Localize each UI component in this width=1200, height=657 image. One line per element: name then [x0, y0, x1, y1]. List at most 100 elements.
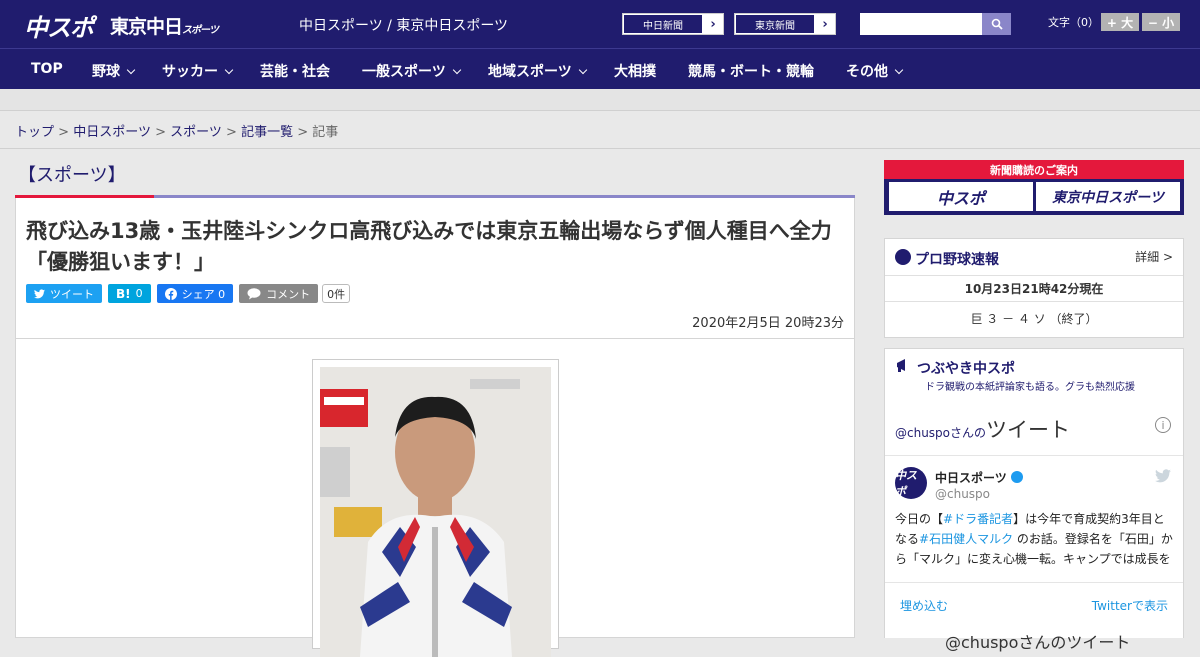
breadcrumb-sports[interactable]: スポーツ — [170, 125, 222, 140]
tokyo-chunichi-logo[interactable]: 東京中日スポーツ — [110, 12, 219, 39]
article-divider — [16, 338, 854, 339]
nav-item-label: 芸能・社会 — [260, 64, 330, 80]
article-photo-frame — [312, 359, 559, 657]
breadcrumb-top[interactable]: トップ — [15, 125, 54, 140]
account-name: 中日スポーツ — [935, 471, 1007, 485]
info-icon[interactable]: i — [1155, 417, 1171, 433]
athlete-photo — [320, 367, 551, 657]
baseball-score-row[interactable]: 巨 ３ － ４ ソ （終了） — [885, 302, 1183, 335]
nav-item-label: 地域スポーツ — [488, 64, 572, 80]
comment-count: 0件 — [322, 284, 351, 303]
header-divider — [0, 89, 1200, 111]
twitter-panel-header: つぶやき中スポ ドラ観戦の本紙評論家も語る。グラも熱烈応援 — [885, 349, 1183, 397]
chunichi-shimbun-link[interactable]: 中日新聞 › — [622, 13, 724, 35]
article-card: 飛び込み13歳・玉井陸斗シンクロ高飛び込みでは東京五輪出場ならず個人種目へ全力「… — [15, 198, 855, 657]
breadcrumb-current: 記事 — [312, 125, 339, 140]
nav-item-soccer[interactable]: サッカー — [162, 61, 234, 81]
tokyo-shimbun-label: 東京新聞 — [735, 14, 815, 34]
comment-icon — [247, 287, 261, 299]
tweet-button[interactable]: ツイート — [26, 284, 102, 303]
baseball-panel-header: プロ野球速報 詳細 > — [885, 239, 1183, 276]
nav-item-local-sports[interactable]: 地域スポーツ — [488, 61, 587, 81]
twitter-handle[interactable]: @chuspoさんの — [895, 426, 986, 440]
nav-item-entertainment[interactable]: 芸能・社会 — [260, 61, 330, 81]
hashtag-link[interactable]: #石田健人マルク — [919, 532, 1013, 546]
nav-item-top[interactable]: TOP — [31, 61, 63, 77]
article-date: 2020年2月5日 20時23分 — [692, 316, 844, 331]
subscribe-tokyo-chunichi-button[interactable]: 東京中日スポーツ — [1036, 182, 1180, 211]
avatar[interactable]: 中スポ — [895, 467, 927, 499]
embed-link[interactable]: 埋め込む — [900, 597, 948, 614]
twitter-timeline: @chuspoさんのツイート i 中スポ 中日スポーツ @chuspo 今日の【… — [885, 397, 1183, 652]
hashtag-link[interactable]: #ドラ番記者 — [943, 512, 1013, 526]
tweet-text: 今日の【#ドラ番記者】は今年で育成契約3年目となる#石田健人マルク のお話。登録… — [895, 509, 1175, 569]
breadcrumb-chunichi-sports[interactable]: 中日スポーツ — [73, 125, 151, 140]
article-category[interactable]: 【スポーツ】 — [18, 161, 126, 187]
article-photo[interactable] — [320, 367, 551, 657]
nav-item-racing[interactable]: 競馬・ボート・競輪 — [688, 61, 814, 81]
nav-item-label: 大相撲 — [614, 64, 656, 80]
share-bar: ツイート B! 0 シェア 0 コメント 0件 — [26, 284, 351, 303]
chevron-down-icon — [224, 65, 234, 75]
nav-item-label: 競馬・ボート・競輪 — [688, 64, 814, 80]
twitter-timeline-title: @chuspoさんのツイート — [895, 414, 1070, 444]
breadcrumb-separator: > — [226, 125, 237, 140]
subscribe-chuspo-button[interactable]: 中スポ — [889, 182, 1033, 211]
chunichi-shimbun-label: 中日新聞 — [623, 14, 703, 34]
subscription-title: 新聞購読のご案内 — [990, 164, 1078, 177]
chevron-right-icon: › — [710, 16, 716, 32]
search-icon — [991, 18, 1003, 30]
tweet-label: ツイート — [50, 287, 94, 301]
hatena-count: 0 — [135, 287, 143, 300]
nav-item-label: その他 — [846, 64, 888, 80]
verified-badge-icon — [1010, 471, 1023, 483]
timeline-footer-divider — [885, 582, 1183, 583]
twitter-panel-subtitle: ドラ観戦の本紙評論家も語る。グラも熱烈応援 — [925, 382, 1135, 393]
tokyo-logo-text: 東京中日 — [110, 16, 183, 38]
search-input[interactable] — [860, 13, 982, 35]
search-button[interactable] — [982, 13, 1011, 35]
baseball-timestamp: 10月23日21時42分現在 — [885, 276, 1183, 302]
baseball-detail-link[interactable]: 詳細 > — [1135, 248, 1173, 265]
chuspo-logo[interactable]: 中スポ — [24, 8, 94, 43]
breadcrumb-separator: > — [58, 125, 70, 140]
baseball-scores-panel: プロ野球速報 詳細 > 10月23日21時42分現在 巨 ３ － ４ ソ （終了… — [884, 238, 1184, 338]
font-larger-button[interactable]: + 大 — [1101, 13, 1139, 31]
font-size-label: 文字（0） — [1048, 16, 1099, 29]
nav-item-label: 一般スポーツ — [362, 64, 446, 80]
account-username[interactable]: @chuspo — [935, 487, 990, 501]
twitter-bird-icon[interactable] — [1155, 469, 1171, 483]
tweet-text-part: 今日の【 — [895, 512, 944, 526]
chevron-down-icon — [894, 65, 904, 75]
comment-button[interactable]: コメント — [239, 284, 319, 303]
timeline-divider — [885, 455, 1183, 456]
view-on-twitter-link[interactable]: Twitterで表示 — [1092, 597, 1168, 614]
nav-item-other[interactable]: その他 — [846, 61, 904, 81]
breadcrumb-divider — [0, 148, 1200, 149]
twitter-icon — [34, 288, 45, 298]
breadcrumb-article-list[interactable]: 記事一覧 — [241, 125, 293, 140]
hatena-icon: B! — [116, 286, 131, 301]
tokyo-shimbun-link[interactable]: 東京新聞 › — [734, 13, 836, 35]
baseball-panel-title: プロ野球速報 — [915, 252, 999, 268]
account-name-row[interactable]: 中日スポーツ — [935, 469, 1023, 486]
nav-item-label: サッカー — [162, 64, 218, 80]
font-smaller-button[interactable]: − 小 — [1142, 13, 1180, 31]
chevron-down-icon — [126, 65, 136, 75]
breadcrumb-separator: > — [297, 125, 309, 140]
nav-item-baseball[interactable]: 野球 — [92, 61, 136, 81]
nav-item-general-sports[interactable]: 一般スポーツ — [362, 61, 461, 81]
facebook-share-label: シェア 0 — [181, 287, 226, 301]
tweets-label: ツイート — [986, 418, 1071, 442]
breadcrumb-separator: > — [155, 125, 166, 140]
site-name[interactable]: 中日スポーツ / 東京中日スポーツ — [299, 15, 508, 35]
hatena-bookmark-button[interactable]: B! 0 — [108, 284, 151, 303]
chevron-right-icon: › — [822, 16, 828, 32]
twitter-panel: つぶやき中スポ ドラ観戦の本紙評論家も語る。グラも熱烈応援 @chuspoさんの… — [884, 348, 1184, 652]
nav-item-label: 野球 — [92, 64, 120, 80]
nav-item-sumo[interactable]: 大相撲 — [614, 61, 656, 81]
breadcrumb: トップ > 中日スポーツ > スポーツ > 記事一覧 > 記事 — [15, 121, 338, 140]
more-tweets-link[interactable]: @chuspoさんのツイート — [945, 629, 1130, 653]
main-nav: TOP 野球 サッカー 芸能・社会 一般スポーツ 地域スポーツ 大相撲 競馬・ボ… — [0, 48, 1200, 89]
facebook-share-button[interactable]: シェア 0 — [156, 284, 234, 303]
